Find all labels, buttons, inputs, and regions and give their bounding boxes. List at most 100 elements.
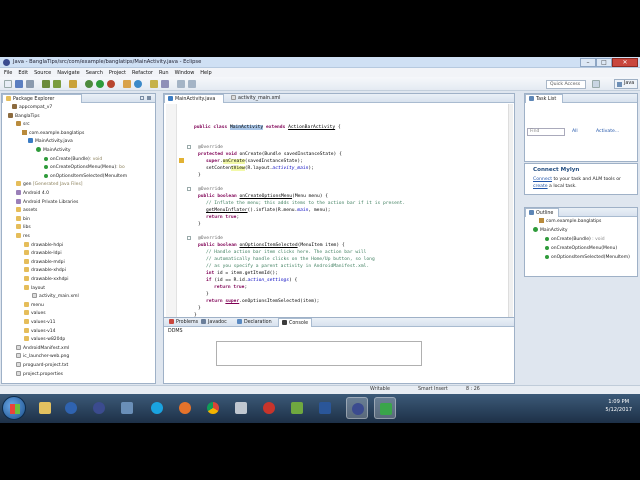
code-line-override-3[interactable]: @Override — [198, 235, 223, 242]
taskbar-skype[interactable] — [146, 397, 168, 419]
tree-item[interactable]: activity_main.xml — [32, 293, 79, 301]
save-icon[interactable] — [15, 80, 23, 88]
menu-search[interactable]: Search — [86, 70, 103, 76]
tree-item[interactable]: libs — [16, 224, 31, 232]
taskbar-recorder[interactable] — [374, 397, 396, 419]
code-line-comment-2[interactable]: // automatically handle clicks on the Ho… — [206, 256, 375, 263]
tree-item[interactable]: values — [24, 310, 46, 318]
back-icon[interactable] — [177, 80, 185, 88]
tab-package-explorer[interactable]: Package Explorer — [2, 94, 82, 103]
tree-item[interactable]: proguard-project.txt — [16, 362, 68, 370]
code-line-return-true-1[interactable]: return true; — [206, 214, 239, 221]
tree-item[interactable]: src — [16, 121, 30, 129]
code-line-getitemid[interactable]: int id = item.getItemId(); — [206, 270, 278, 277]
menu-project[interactable]: Project — [109, 70, 126, 76]
taskbar-explorer[interactable] — [34, 397, 56, 419]
tab-problems[interactable]: Problems — [166, 318, 201, 327]
outline-item-onoptionsitemselected[interactable]: onOptionsItemSelected(MenuItem) — [545, 254, 630, 262]
tab-activity-main-xml[interactable]: activity_main.xml — [228, 94, 296, 103]
forward-icon[interactable] — [188, 80, 196, 88]
console-output-area[interactable] — [216, 341, 422, 366]
code-line-close-2[interactable]: } — [198, 221, 201, 228]
task-filter-all[interactable]: All — [572, 129, 578, 134]
tab-console[interactable]: Console — [278, 318, 313, 327]
menu-help[interactable]: Help — [200, 70, 211, 76]
code-line-inflate[interactable]: getMenuInflater().inflate(R.menu.main, m… — [206, 207, 331, 214]
quick-access-field[interactable]: Quick Access — [546, 80, 586, 89]
tree-item[interactable]: drawable-hdpi — [24, 241, 63, 250]
tree-item[interactable]: onCreate(Bundle): void — [44, 156, 102, 164]
tab-task-list[interactable]: Task List — [525, 94, 563, 103]
tree-item[interactable]: values-w820dp — [24, 336, 65, 344]
taskbar-eclipse-active[interactable] — [346, 397, 368, 419]
menu-edit[interactable]: Edit — [18, 70, 28, 76]
new-java-package-icon[interactable] — [123, 80, 131, 88]
tree-item[interactable]: appcompat_v7 — [12, 104, 52, 112]
tree-item[interactable]: BanglaTips — [8, 112, 40, 121]
tree-item[interactable]: project.properties — [16, 370, 63, 379]
tree-item[interactable]: MainActivity.java — [28, 138, 73, 146]
taskbar-eclipse[interactable] — [88, 397, 110, 419]
taskbar-word[interactable] — [314, 397, 336, 419]
tab-javadoc[interactable]: Javadoc — [198, 318, 230, 327]
tree-item[interactable]: Android Private Libraries — [16, 198, 78, 207]
code-line-onoptionsitemselected-decl[interactable]: public boolean onOptionsItemSelected(Men… — [198, 242, 345, 249]
code-line-override-2[interactable]: @Override — [198, 186, 223, 193]
debug-icon[interactable] — [85, 80, 93, 88]
taskbar-chrome[interactable] — [202, 397, 224, 419]
tree-item[interactable]: ic_launcher-web.png — [16, 353, 69, 361]
tree-item[interactable]: assets — [16, 207, 37, 215]
code-line-oncreateoptionsmenu-decl[interactable]: public boolean onCreateOptionsMenu(Menu … — [198, 193, 328, 200]
tree-item[interactable]: drawable-mdpi — [24, 258, 65, 267]
code-line-close-3[interactable]: } — [198, 305, 201, 312]
tree-item[interactable]: gen [Generated Java Files] — [16, 181, 83, 189]
tree-item[interactable]: com.example.banglatips — [22, 129, 84, 138]
avd-manager-icon[interactable] — [53, 80, 61, 88]
tree-item[interactable]: drawable-ldpi — [24, 250, 62, 258]
code-line-override-1[interactable]: @Override — [198, 144, 223, 151]
code-line-comment-inflate[interactable]: // Inflate the menu; this adds items to … — [206, 200, 405, 207]
lint-icon[interactable] — [69, 80, 77, 88]
minimize-button[interactable]: – — [580, 58, 596, 67]
taskbar-inkscape[interactable] — [286, 397, 308, 419]
editor-overview-ruler[interactable] — [508, 104, 513, 347]
new-java-class-icon[interactable] — [134, 80, 142, 88]
tree-item[interactable]: onCreateOptionsMenu(Menu): bo — [44, 164, 125, 172]
tree-item[interactable]: bin — [16, 215, 30, 224]
maximize-view-icon[interactable] — [140, 96, 144, 100]
taskbar-ccleaner[interactable] — [258, 397, 280, 419]
print-icon[interactable] — [26, 80, 34, 88]
warning-marker-icon[interactable] — [179, 158, 184, 163]
tree-item[interactable]: drawable-xhdpi — [24, 267, 66, 275]
outline-item-class[interactable]: MainActivity — [533, 227, 568, 235]
create-link[interactable]: create — [533, 184, 548, 189]
system-clock[interactable]: 1:09 PM 5/12/2017 — [605, 398, 632, 414]
tree-item[interactable]: drawable-xxhdpi — [24, 276, 69, 284]
tree-item[interactable]: layout — [24, 284, 45, 293]
external-tools-icon[interactable] — [107, 80, 115, 88]
menu-navigate[interactable]: Navigate — [57, 70, 79, 76]
android-sdk-icon[interactable] — [42, 80, 50, 88]
tree-item[interactable]: onOptionsItemSelected(MenuItem — [44, 173, 127, 181]
taskbar-network[interactable] — [116, 397, 138, 419]
menu-file[interactable]: File — [4, 70, 12, 76]
code-line-comment-1[interactable]: // Handle action bar item clicks here. T… — [206, 249, 366, 256]
tree-item[interactable]: values-v14 — [24, 327, 56, 336]
taskbar-firefox[interactable] — [174, 397, 196, 419]
minimize-view-icon[interactable] — [147, 96, 151, 100]
tab-mainactivity-java[interactable]: MainActivity.java — [164, 94, 224, 103]
code-line-oncreate-decl[interactable]: protected void onCreate(Bundle savedInst… — [198, 151, 342, 158]
code-line-if[interactable]: if (id == R.id.action_settings) { — [206, 277, 297, 284]
code-line-return-true-2[interactable]: return true; — [214, 284, 247, 291]
menu-source[interactable]: Source — [34, 70, 51, 76]
tab-declaration[interactable]: Declaration — [234, 318, 275, 327]
code-line-close-1[interactable]: } — [198, 172, 201, 179]
code-line-class[interactable]: public class MainActivity extends Action… — [194, 124, 341, 131]
connect-link[interactable]: Connect — [533, 177, 552, 182]
tree-item[interactable]: AndroidManifest.xml — [16, 344, 69, 353]
tree-item[interactable]: menu — [24, 301, 44, 310]
code-line-setcontentview[interactable]: setContentView(R.layout.activity_main); — [206, 165, 314, 172]
tree-item[interactable]: Android 4.0 — [16, 190, 49, 198]
code-line-return-super[interactable]: return super.onOptionsItemSelected(item)… — [206, 298, 319, 305]
menu-refactor[interactable]: Refactor — [132, 70, 153, 76]
